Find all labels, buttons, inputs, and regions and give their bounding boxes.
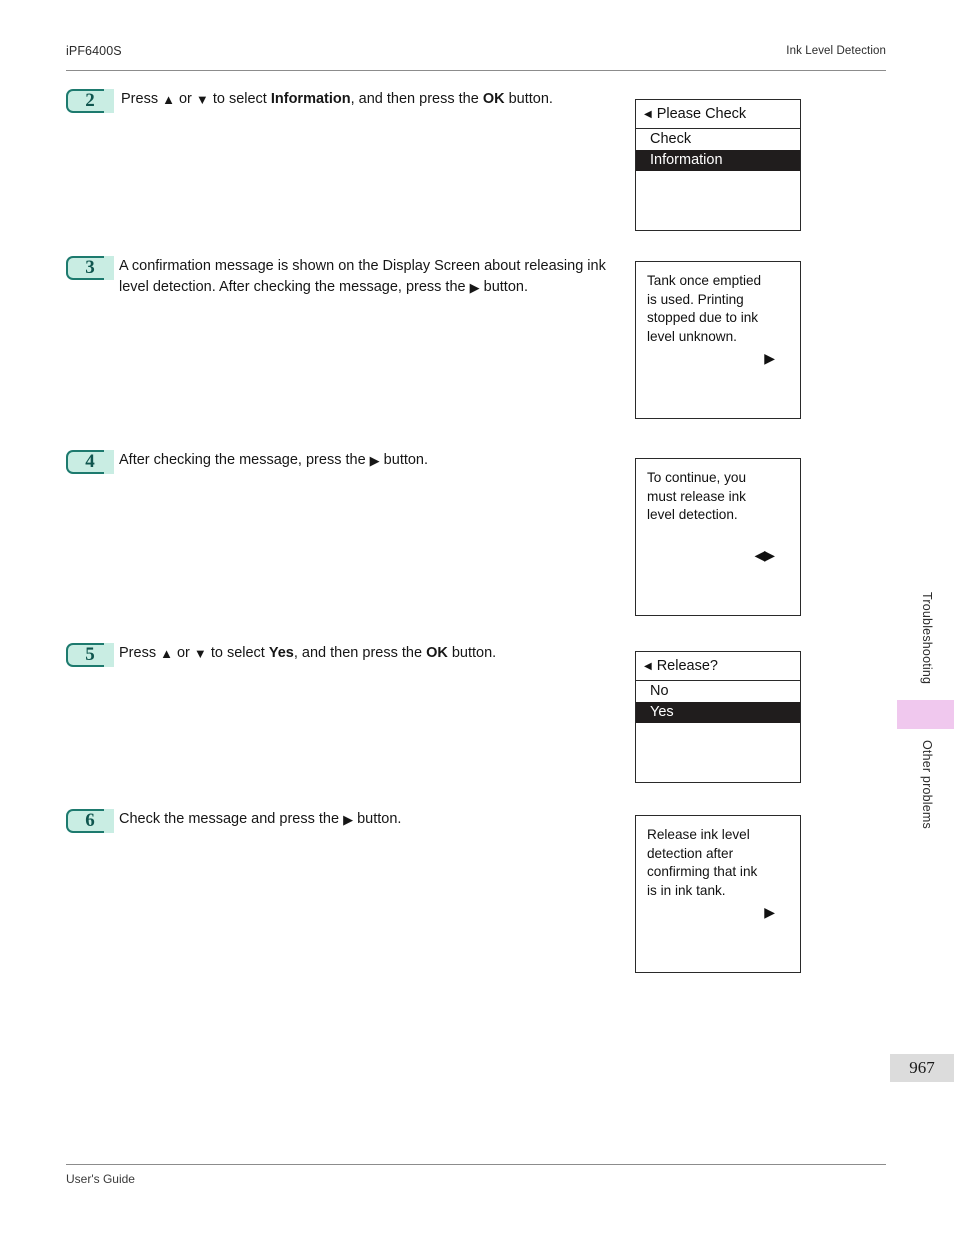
step-2-text-or: or bbox=[174, 91, 196, 107]
step-5-bold-ok: OK bbox=[426, 645, 448, 661]
step-5-number-badge: 5 bbox=[66, 643, 114, 667]
step-2-text-prefix: Press bbox=[121, 91, 163, 107]
step-2-bold-ok: OK bbox=[482, 91, 505, 107]
step-6-text-suffix: button. bbox=[353, 811, 402, 827]
lcd-3-line-1: Tank once emptied bbox=[647, 273, 762, 288]
step-2-instruction: Press ▲ or ▼ to select Information, and … bbox=[121, 89, 631, 110]
step-6-instruction: Check the message and press the ▶ button… bbox=[119, 809, 629, 830]
step-2-bold-information: Information bbox=[270, 91, 351, 107]
step-5-instruction: Press ▲ or ▼ to select Yes, and then pre… bbox=[119, 643, 629, 664]
down-arrow-icon: ▼ bbox=[195, 92, 209, 107]
lcd-5-row-yes-selected[interactable]: Yes bbox=[636, 702, 800, 723]
step-2-number-badge: 2 bbox=[66, 89, 114, 113]
page-number: 967 bbox=[890, 1054, 954, 1082]
lcd-3-line-3: stopped due to ink bbox=[647, 310, 759, 325]
lcd-5-row-no[interactable]: No bbox=[636, 681, 800, 702]
lcd-5-title-row: ◀ Release? bbox=[636, 652, 800, 681]
lcd-panel-release-ink-level: Release ink level detection after confir… bbox=[635, 815, 801, 973]
lcd-6-right-arrow-indicator: ▶ bbox=[764, 904, 775, 920]
lcd-3-right-arrow-indicator: ▶ bbox=[764, 350, 775, 366]
step-3-line2-b: button. bbox=[479, 279, 528, 295]
step-3-number-badge: 3 bbox=[66, 256, 114, 280]
lcd-5-title-text: Release? bbox=[656, 658, 718, 674]
header-model-name: iPF6400S bbox=[66, 44, 122, 58]
page-footer: User's Guide bbox=[66, 1164, 886, 1186]
up-arrow-icon: ▲ bbox=[160, 646, 173, 661]
footer-guide-label: User's Guide bbox=[66, 1172, 135, 1186]
step-4-text-suffix: button. bbox=[379, 452, 429, 468]
lcd-6-line-2: detection after bbox=[647, 845, 734, 861]
right-arrow-icon: ▶ bbox=[343, 812, 354, 827]
lcd-3-line-2: is used. Printing bbox=[647, 291, 744, 307]
step-3-line1: A confirmation message is shown on the D… bbox=[119, 258, 584, 274]
step-5-text-prefix: Press bbox=[119, 645, 161, 661]
step-5-text-suffix: button. bbox=[447, 645, 497, 661]
right-arrow-icon: ▶ bbox=[369, 453, 380, 468]
step-6-number-badge: 6 bbox=[66, 809, 114, 833]
step-4-instruction: After checking the message, press the ▶ … bbox=[119, 450, 629, 471]
page-header: iPF6400S Ink Level Detection bbox=[66, 42, 886, 71]
triangle-left-icon: ◀ bbox=[644, 109, 652, 120]
lcd-6-line-3: confirming that ink bbox=[647, 864, 758, 879]
lcd-4-line-1: To continue, you bbox=[647, 470, 746, 485]
header-section-title: Ink Level Detection bbox=[786, 45, 886, 57]
lcd-panel-to-continue: To continue, you must release ink level … bbox=[635, 458, 801, 616]
lcd-6-line-4: is in ink tank. bbox=[647, 882, 726, 898]
step-5-text-mid2: , and then press the bbox=[293, 645, 427, 661]
down-arrow-icon: ▼ bbox=[193, 646, 207, 661]
step-2-text-suffix: button. bbox=[504, 91, 553, 107]
lcd-panel-release: ◀ Release? No Yes bbox=[635, 651, 801, 783]
lcd-6-message: Release ink level detection after confir… bbox=[636, 816, 800, 900]
up-arrow-icon: ▲ bbox=[162, 92, 175, 107]
lcd-4-left-right-arrow-indicator: ◀▶ bbox=[754, 546, 775, 563]
lcd-4-message: To continue, you must release ink level … bbox=[636, 459, 800, 525]
step-3-instruction: A confirmation message is shown on the D… bbox=[119, 256, 639, 298]
lcd-4-line-3: level detection. bbox=[647, 507, 738, 522]
lcd-panel-please-check: ◀ Please Check Check Information bbox=[635, 99, 801, 231]
lcd-2-title-row: ◀ Please Check bbox=[636, 100, 800, 129]
lcd-4-line-2: must release ink bbox=[647, 488, 746, 504]
right-arrow-icon: ▶ bbox=[469, 280, 480, 295]
step-5-bold-yes: Yes bbox=[268, 645, 294, 661]
step-2-text-mid: to select bbox=[208, 91, 271, 107]
lcd-3-message: Tank once emptied is used. Printing stop… bbox=[636, 262, 800, 346]
lcd-2-row-check[interactable]: Check bbox=[636, 129, 800, 150]
lcd-3-line-4: level unknown. bbox=[647, 328, 737, 344]
step-5-text-mid: to select bbox=[206, 645, 269, 661]
step-4-text-prefix: After checking the message, press the bbox=[119, 452, 370, 468]
lcd-2-title-text: Please Check bbox=[656, 106, 747, 122]
triangle-left-icon: ◀ bbox=[644, 661, 652, 672]
step-6-text-prefix: Check the message and press the bbox=[119, 811, 344, 827]
side-tab-troubleshooting[interactable]: Troubleshooting bbox=[920, 592, 934, 684]
side-tab-marker bbox=[897, 700, 954, 729]
lcd-panel-tank-once-emptied: Tank once emptied is used. Printing stop… bbox=[635, 261, 801, 419]
lcd-2-row-information-selected[interactable]: Information bbox=[636, 150, 800, 171]
step-4-number-badge: 4 bbox=[66, 450, 114, 474]
step-5-text-or: or bbox=[172, 645, 194, 661]
lcd-6-line-1: Release ink level bbox=[647, 827, 750, 842]
side-tab-other-problems[interactable]: Other problems bbox=[920, 740, 934, 829]
step-2-text-mid2: , and then press the bbox=[350, 91, 483, 107]
